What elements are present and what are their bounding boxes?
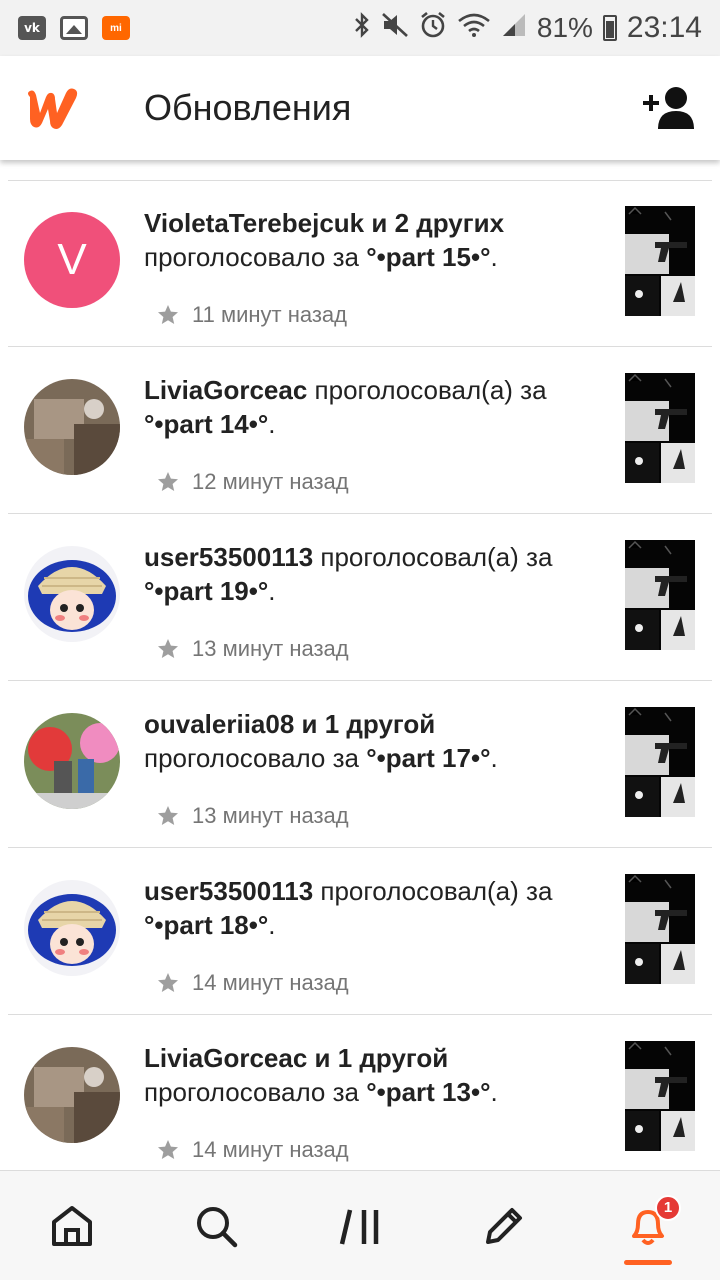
username[interactable]: ouvaleriia08	[144, 709, 294, 739]
signal-icon	[501, 12, 527, 45]
story-cover[interactable]	[625, 540, 695, 650]
notification-text: VioletaTerebejcuk и 2 других проголосовал…	[144, 206, 604, 274]
username[interactable]: VioletaTerebejcuk	[144, 208, 364, 238]
status-bar: vk mi 81% 23:14	[0, 0, 720, 56]
timestamp: 11 минут назад	[192, 302, 347, 327]
wifi-icon	[457, 12, 491, 45]
period: .	[268, 576, 276, 606]
story-cover[interactable]	[625, 707, 695, 817]
avatar[interactable]	[24, 546, 120, 642]
story-cover[interactable]	[625, 373, 695, 483]
others-count: и 2 других	[364, 208, 505, 238]
notification-badge: 1	[655, 1194, 681, 1221]
page-title: Обновления	[144, 87, 352, 128]
action-text: проголосовало за	[144, 242, 367, 272]
period: .	[490, 743, 498, 773]
username[interactable]: LiviaGorceac	[144, 375, 307, 405]
timestamp: 12 минут назад	[192, 469, 349, 494]
battery-icon	[602, 15, 617, 41]
notification-meta: 13 минут назад	[156, 636, 349, 662]
period: .	[268, 910, 276, 940]
star-icon	[158, 472, 178, 491]
notification-meta: 13 минут назад	[156, 803, 349, 829]
notification-text: LiviaGorceac проголосовал(а) за °•part 1…	[144, 373, 604, 441]
nav-search[interactable]	[171, 1181, 261, 1271]
star-icon	[158, 806, 178, 825]
feed-item[interactable]: LiviaGorceac проголосовал(а) за °•part 1…	[0, 347, 720, 514]
bluetooth-icon	[353, 11, 371, 45]
period: .	[268, 409, 276, 439]
story-title[interactable]: °•part 15•°	[366, 242, 490, 272]
star-icon	[158, 305, 178, 324]
username[interactable]: LiviaGorceac	[144, 1043, 307, 1073]
notification-meta: 14 минут назад	[156, 970, 349, 996]
wattpad-logo-icon[interactable]	[22, 83, 88, 133]
home-icon	[52, 1205, 92, 1246]
timestamp: 14 минут назад	[192, 1137, 349, 1162]
alarm-icon	[419, 11, 447, 46]
username[interactable]: user53500113	[144, 876, 313, 906]
mute-icon	[381, 12, 409, 45]
timestamp: 13 минут назад	[192, 636, 349, 661]
others-count: и 1 другой	[307, 1043, 449, 1073]
notification-text: LiviaGorceac и 1 другой проголосовало за …	[144, 1041, 604, 1109]
timestamp: 13 минут назад	[192, 803, 349, 828]
notification-text: user53500113 проголосовал(а) за °•part 1…	[144, 874, 604, 942]
story-title[interactable]: °•part 19•°	[144, 576, 268, 606]
avatar[interactable]	[24, 1047, 120, 1143]
period: .	[490, 1077, 498, 1107]
clock: 23:14	[626, 11, 702, 44]
nav-library[interactable]	[315, 1181, 405, 1271]
feed-item[interactable]: V VioletaTerebejcuk и 2 других проголосова…	[0, 180, 720, 347]
notification-text: user53500113 проголосовал(а) за °•part 1…	[144, 540, 604, 608]
story-cover[interactable]	[625, 874, 695, 984]
nav-home[interactable]	[27, 1181, 117, 1271]
active-tab-indicator	[624, 1259, 672, 1265]
story-title[interactable]: °•part 18•°	[144, 910, 268, 940]
feed-item[interactable]: LiviaGorceac и 1 другой проголосовало за …	[0, 1015, 720, 1170]
add-user-icon[interactable]	[640, 85, 698, 131]
bottom-navigation: 1	[0, 1170, 720, 1280]
action-text: проголосовал(а) за	[307, 375, 547, 405]
action-text: проголосовало за	[144, 1077, 367, 1107]
avatar[interactable]	[24, 713, 120, 809]
story-title[interactable]: °•part 13•°	[366, 1077, 490, 1107]
timestamp: 14 минут назад	[192, 970, 349, 995]
notification-meta: 11 минут назад	[156, 302, 347, 328]
notification-meta: 12 минут назад	[156, 469, 349, 495]
search-icon	[197, 1206, 238, 1247]
username[interactable]: user53500113	[144, 542, 313, 572]
notification-meta: 14 минут назад	[156, 1137, 349, 1163]
mi-icon: mi	[102, 16, 130, 40]
nav-write[interactable]	[459, 1181, 549, 1271]
story-cover[interactable]	[625, 1041, 695, 1151]
avatar[interactable]	[24, 379, 120, 475]
action-text: проголосовало за	[144, 743, 367, 773]
action-text: проголосовал(а) за	[313, 542, 553, 572]
nav-notifications[interactable]: 1	[603, 1181, 693, 1271]
star-icon	[158, 639, 178, 658]
feed-item[interactable]: ouvaleriia08 и 1 другой проголосовало за …	[0, 681, 720, 848]
story-cover[interactable]	[625, 206, 695, 316]
period: .	[490, 242, 498, 272]
gallery-icon	[60, 16, 88, 40]
star-icon	[158, 973, 178, 992]
pencil-icon	[486, 1207, 522, 1244]
library-icon	[339, 1208, 379, 1245]
avatar[interactable]	[24, 880, 120, 976]
story-title[interactable]: °•part 17•°	[366, 743, 490, 773]
feed-item[interactable]: user53500113 проголосовал(а) за °•part 1…	[0, 514, 720, 681]
others-count: и 1 другой	[294, 709, 436, 739]
app-bar: Обновления	[0, 56, 720, 160]
avatar[interactable]: V	[24, 212, 120, 308]
notifications-feed[interactable]: V VioletaTerebejcuk и 2 других проголосова…	[0, 160, 720, 1170]
feed-item[interactable]: user53500113 проголосовал(а) за °•part 1…	[0, 848, 720, 1015]
action-text: проголосовал(а) за	[313, 876, 553, 906]
vk-icon: vk	[18, 16, 46, 40]
star-icon	[158, 1140, 178, 1159]
notification-text: ouvaleriia08 и 1 другой проголосовало за …	[144, 707, 604, 775]
story-title[interactable]: °•part 14•°	[144, 409, 268, 439]
battery-percent: 81%	[536, 12, 593, 43]
